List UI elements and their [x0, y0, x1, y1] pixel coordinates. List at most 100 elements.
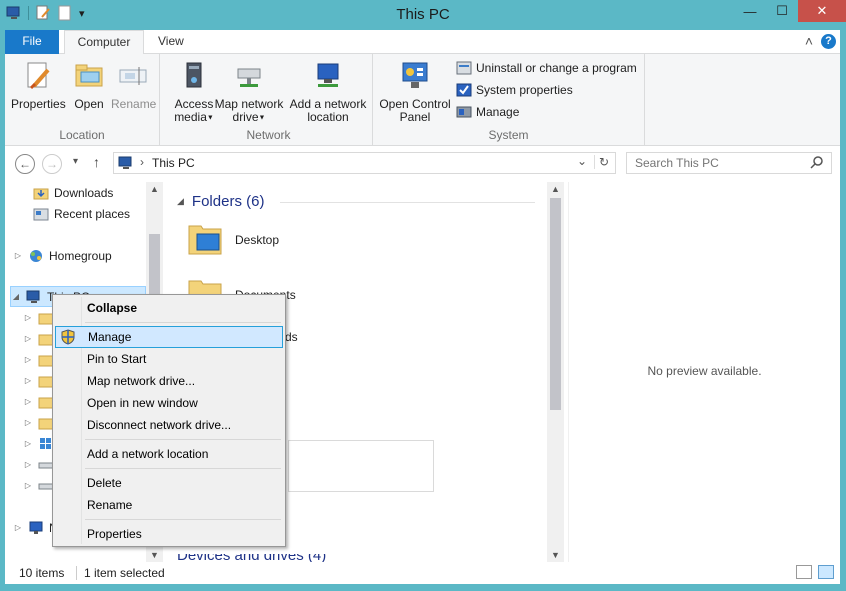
recent-locations-dropdown[interactable]: ▾ [73, 156, 78, 167]
uninstall-program-button[interactable]: Uninstall or change a program [456, 58, 637, 78]
system-group-label: System [488, 128, 529, 142]
collapse-ribbon-button[interactable]: ˄ [805, 33, 813, 49]
scroll-down-icon[interactable]: ▼ [551, 550, 560, 560]
close-button[interactable]: ✕ [798, 0, 846, 22]
nav-item-child[interactable]: ▷ [23, 391, 54, 412]
window-title: This PC [396, 6, 450, 23]
downloads-folder-icon [33, 188, 49, 199]
computer-icon [26, 290, 40, 303]
status-bar: 10 items 1 item selected [5, 562, 840, 584]
item-count: 10 items [19, 566, 65, 580]
preview-message: No preview available. [647, 364, 762, 378]
menu-item-map-network-drive[interactable]: Map network drive... [55, 370, 283, 392]
menu-item-delete[interactable]: Delete [55, 472, 283, 494]
open-button[interactable]: Open [69, 60, 109, 111]
nav-item-child[interactable]: ▷ [23, 307, 54, 328]
uac-shield-icon [61, 329, 75, 345]
back-button[interactable]: ← [15, 154, 35, 174]
menu-item-properties[interactable]: Properties [55, 523, 283, 545]
network-group: Access media▼ Map network drive▼ Add a net… [165, 54, 373, 146]
breadcrumb-separator[interactable]: › [140, 155, 144, 169]
collapse-icon[interactable]: ◢ [11, 292, 21, 301]
nav-item-network[interactable]: ▷ N [13, 517, 58, 538]
location-group: Properties Open Rename Location [5, 54, 160, 146]
help-icon[interactable]: ? [821, 33, 836, 49]
network-drive-icon [237, 68, 261, 87]
menu-item-open-new-window[interactable]: Open in new window [55, 392, 283, 414]
selection-count: 1 item selected [84, 566, 165, 580]
scroll-up-icon[interactable]: ▲ [150, 184, 159, 194]
details-view-icon[interactable] [796, 565, 812, 579]
nav-item-child[interactable]: ▷ [23, 454, 54, 475]
file-scrollbar[interactable]: ▲ ▼ [547, 182, 564, 562]
nav-item-homegroup[interactable]: ▷ Homegroup [13, 245, 112, 266]
devices-group-header[interactable]: Devices and drives (4) [177, 554, 326, 562]
file-scroll-thumb[interactable] [550, 198, 561, 410]
control-panel-icon [402, 62, 428, 88]
open-control-panel-button[interactable]: Open Control Panel [377, 60, 453, 124]
nav-item-child[interactable]: ▷ [23, 475, 54, 496]
address-bar[interactable]: › This PC ⌄ ↻ [113, 152, 616, 174]
folder-downloads[interactable]: ds [285, 330, 298, 344]
group-divider [280, 202, 535, 203]
menu-item-collapse[interactable]: Collapse [55, 297, 283, 319]
search-input[interactable] [626, 152, 832, 174]
folders-group-header[interactable]: ◢ Folders (6) [177, 193, 264, 210]
rename-button[interactable]: Rename [111, 60, 156, 111]
large-icons-view-icon[interactable] [818, 565, 834, 579]
nav-item-downloads[interactable]: Downloads [33, 182, 113, 203]
manage-button[interactable]: Manage [456, 102, 519, 122]
tab-view[interactable]: View [147, 30, 195, 54]
properties-button[interactable]: Properties [11, 60, 66, 111]
tab-computer[interactable]: Computer [64, 30, 144, 55]
nav-item-child[interactable]: ▷ [23, 433, 54, 454]
nav-item-child[interactable]: ▷ [23, 349, 54, 370]
menu-item-manage[interactable]: Manage [55, 326, 283, 348]
add-network-location-button[interactable]: Add a network location [286, 60, 370, 124]
breadcrumb-this-pc[interactable]: This PC [152, 156, 195, 170]
menu-separator [85, 439, 281, 440]
tab-file[interactable]: File [5, 30, 59, 54]
nav-item-recent-places[interactable]: Recent places [33, 203, 130, 224]
network-group-label: Network [246, 128, 291, 142]
expand-icon[interactable]: ▷ [13, 251, 23, 260]
status-divider [76, 566, 77, 580]
map-network-drive-button[interactable]: Map network drive▼ [212, 60, 286, 124]
maximize-button[interactable]: ☐ [766, 0, 798, 22]
forward-button[interactable]: → [42, 154, 62, 174]
ribbon-tabs: File Computer View ˄ ? [5, 30, 840, 55]
preview-pane: No preview available. [568, 182, 840, 562]
scroll-up-icon[interactable]: ▲ [551, 184, 560, 194]
media-server-icon [186, 62, 202, 88]
nav-item-child[interactable]: ▷ [23, 370, 54, 391]
menu-item-add-network-location[interactable]: Add a network location [55, 443, 283, 465]
address-row: ← → ▾ ↑ › This PC ⌄ ↻ [5, 146, 840, 182]
rename-icon [119, 67, 147, 85]
minimize-button[interactable]: — [734, 0, 766, 22]
manage-icon [456, 106, 472, 118]
up-button[interactable]: ↑ [93, 154, 100, 170]
search-icon[interactable] [810, 155, 824, 169]
expand-icon[interactable]: ▷ [13, 523, 23, 532]
context-menu: Collapse Manage Pin to Start Map network… [52, 294, 286, 547]
explorer-window: ▾ This PC — ☐ ✕ File Computer View ˄ ? P… [0, 0, 846, 591]
collapse-group-icon[interactable]: ◢ [177, 196, 184, 207]
menu-separator [85, 468, 281, 469]
homegroup-icon [30, 249, 42, 262]
folder-desktop[interactable]: Desktop [185, 220, 279, 260]
nav-item-child[interactable]: ▷ [23, 328, 54, 349]
ribbon: Properties Open Rename Location Access me… [5, 54, 840, 146]
menu-item-disconnect-drive[interactable]: Disconnect network drive... [55, 414, 283, 436]
menu-item-rename[interactable]: Rename [55, 494, 283, 516]
system-properties-button[interactable]: System properties [456, 80, 573, 100]
menu-item-pin-to-start[interactable]: Pin to Start [55, 348, 283, 370]
programs-icon [456, 61, 472, 75]
recent-places-icon [33, 208, 49, 220]
location-group-label: Location [59, 128, 105, 142]
network-location-icon [317, 63, 339, 87]
title-bar: ▾ This PC — ☐ ✕ [0, 0, 846, 30]
scroll-down-icon[interactable]: ▼ [150, 550, 159, 560]
refresh-button[interactable]: ↻ [593, 155, 609, 169]
nav-item-child[interactable]: ▷ [23, 412, 54, 433]
address-dropdown[interactable]: ⌄ [577, 154, 587, 168]
